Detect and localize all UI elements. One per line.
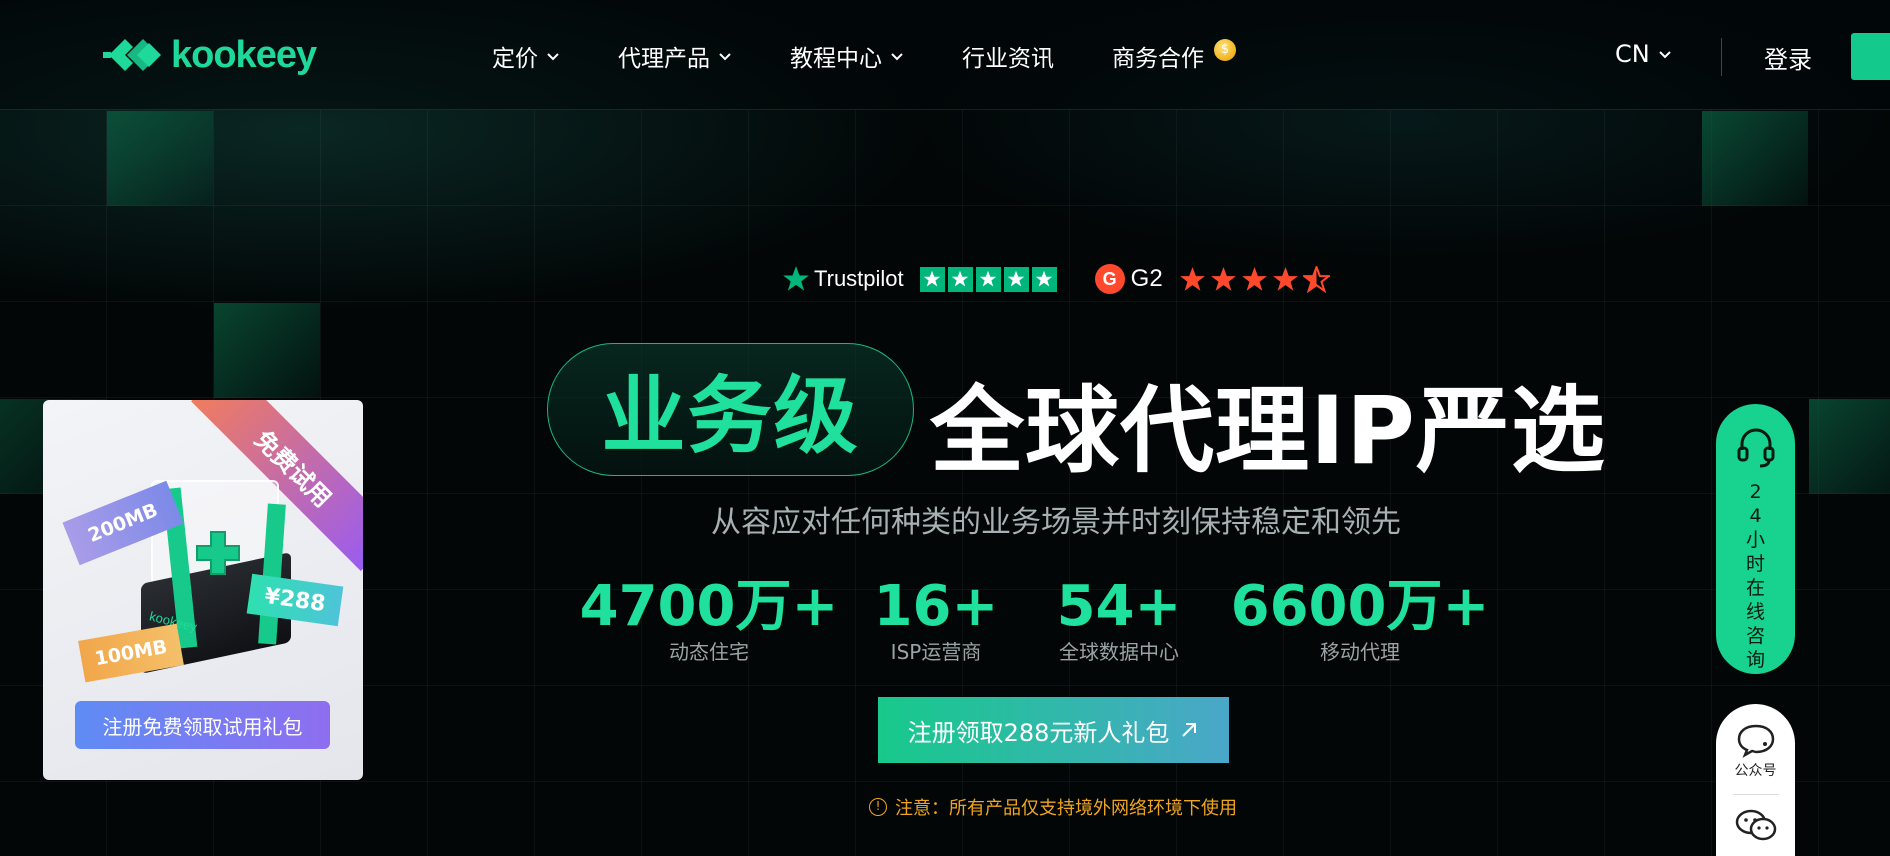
main-nav: 定价 代理产品 教程中心 行业资讯 商务合作 $ <box>492 38 1294 74</box>
nav-label: 商务合作 <box>1112 46 1204 72</box>
star-icon <box>1210 266 1236 291</box>
headline-pill: 业务级 <box>547 343 914 476</box>
notice-text: 注意：所有产品仅支持境外网络环境下使用 <box>895 798 1237 819</box>
chat-bubble-icon[interactable] <box>1735 722 1777 758</box>
star-icon <box>947 266 973 292</box>
kookeey-logo-icon <box>103 39 161 71</box>
star-icon <box>1272 266 1298 291</box>
stat-label: 动态住宅 <box>669 640 749 664</box>
stat-label: ISP运营商 <box>890 640 982 664</box>
stat-residential: 4700万+ 动态住宅 <box>580 574 839 665</box>
nav-label: 教程中心 <box>790 46 882 72</box>
social-widget: 公众号 <box>1716 704 1795 856</box>
trustpilot-stars <box>919 266 1057 292</box>
stat-label: 全球数据中心 <box>1058 640 1179 664</box>
consult-text: 小时在线咨询 <box>1745 529 1765 671</box>
chevron-down-icon <box>891 53 903 61</box>
signup-gift-button[interactable]: 注册领取288元新人礼包 <box>878 697 1229 763</box>
star-icon <box>975 266 1001 292</box>
free-trial-promo[interactable]: 免费试用 kookeey 200MB 100MB ¥288 注册免费领取试用礼包 <box>43 400 363 780</box>
brand-logo[interactable]: kookeey <box>103 30 317 80</box>
stat-value: 16+ <box>873 574 999 639</box>
free-trial-button[interactable]: 注册免费领取试用礼包 <box>75 701 330 749</box>
register-button[interactable] <box>1851 33 1890 80</box>
usage-notice: ! 注意：所有产品仅支持境外网络环境下使用 <box>869 794 1237 820</box>
stat-value: 4700万+ <box>579 574 839 639</box>
page-title: 全球代理IP严选 <box>930 377 1606 486</box>
brand-name: kookeey <box>171 33 317 76</box>
star-icon <box>919 266 945 292</box>
star-icon <box>1031 266 1057 292</box>
nav-label: 行业资讯 <box>962 46 1054 72</box>
trustpilot-star-icon <box>783 266 809 291</box>
trustpilot-label: Trustpilot <box>814 266 904 291</box>
headset-icon <box>1737 428 1774 468</box>
stat-value: 54+ <box>1056 574 1182 639</box>
g2-logo-icon: G <box>1094 264 1125 294</box>
chevron-down-icon <box>719 53 731 61</box>
cta-label: 注册领取288元新人礼包 <box>907 718 1170 747</box>
page: kookeey 定价 代理产品 教程中心 行业资讯 商务合作 $ CN 登录 T… <box>0 0 1890 856</box>
nav-item-tutorials[interactable]: 教程中心 <box>790 38 904 74</box>
grid-highlight <box>1702 111 1808 206</box>
arrow-up-right-icon <box>1182 723 1197 737</box>
info-icon: ! <box>869 798 887 816</box>
stat-datacenter: 54+ 全球数据中心 <box>1057 574 1182 665</box>
nav-item-pricing[interactable]: 定价 <box>492 38 560 74</box>
nav-item-products[interactable]: 代理产品 <box>618 38 732 74</box>
stat-mobile: 6600万+ 移动代理 <box>1231 574 1490 665</box>
consult-hours: 24 <box>1749 481 1762 527</box>
nav-item-news[interactable]: 行业资讯 <box>962 38 1054 74</box>
login-link[interactable]: 登录 <box>1764 40 1812 75</box>
site-header: kookeey 定价 代理产品 教程中心 行业资讯 商务合作 $ CN 登录 <box>0 0 1890 110</box>
g2-label: G2 <box>1130 265 1163 292</box>
grid-highlight <box>1809 399 1890 494</box>
nav-item-business[interactable]: 商务合作 $ <box>1112 38 1236 74</box>
language-label: CN <box>1615 40 1650 68</box>
star-icon <box>1179 266 1205 291</box>
side-divider <box>1732 794 1779 795</box>
coin-icon: $ <box>1214 39 1236 61</box>
trustpilot-rating[interactable]: Trustpilot <box>782 265 1057 293</box>
nav-label: 代理产品 <box>618 46 710 72</box>
kookeey-3d-logo-icon <box>196 531 240 575</box>
star-icon <box>1241 266 1267 291</box>
star-icon <box>1003 266 1029 292</box>
official-account-label: 公众号 <box>1734 763 1777 779</box>
nav-label: 定价 <box>492 46 538 72</box>
tag-100mb: 100MB <box>78 623 184 683</box>
grid-highlight <box>107 111 213 206</box>
chevron-down-icon <box>1659 51 1671 59</box>
chevron-down-icon <box>547 53 559 61</box>
grid-highlight <box>214 303 320 398</box>
g2-rating[interactable]: G G2 <box>1094 264 1330 294</box>
ratings-bar: Trustpilot G G2 <box>782 264 1330 294</box>
half-star-icon <box>1302 265 1330 293</box>
g2-stars <box>1179 265 1330 293</box>
stat-value: 6600万+ <box>1230 574 1490 639</box>
stat-label: 移动代理 <box>1320 640 1400 664</box>
stat-isp: 16+ ISP运营商 <box>874 574 999 665</box>
headline-highlight: 业务级 <box>601 367 860 465</box>
language-switcher[interactable]: CN <box>1615 40 1672 68</box>
online-consult-widget[interactable]: 24 小时在线咨询 <box>1716 404 1795 674</box>
header-divider <box>1721 38 1722 76</box>
wechat-icon[interactable] <box>1734 807 1778 843</box>
